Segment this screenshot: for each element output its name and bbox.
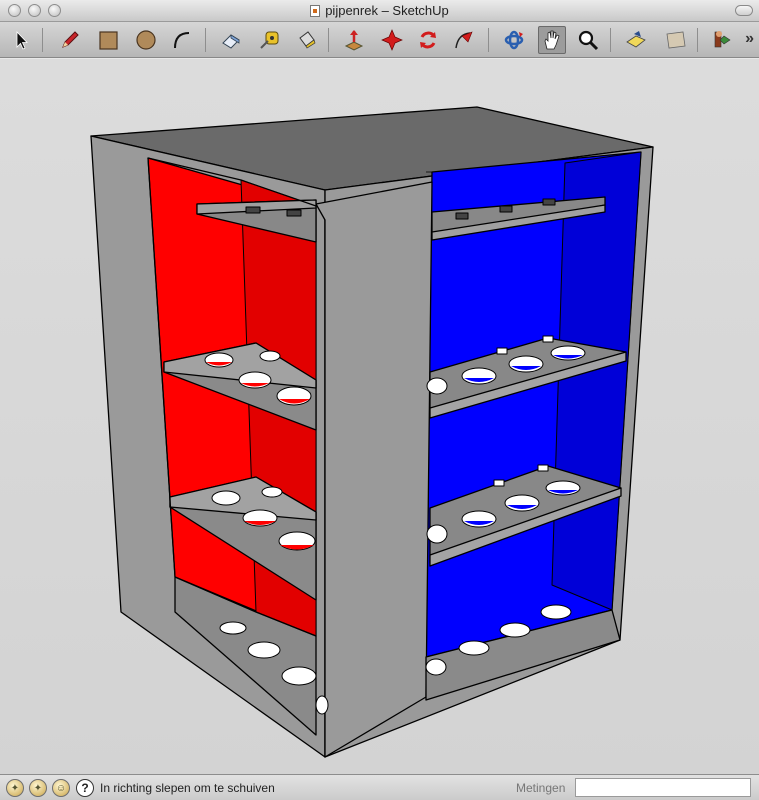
document-icon <box>310 5 321 17</box>
pan-tool-icon[interactable] <box>538 26 566 54</box>
follow-me-icon[interactable] <box>450 26 478 54</box>
divider-front <box>315 181 433 758</box>
user-icon[interactable]: ☺ <box>52 779 70 797</box>
push-pull-icon[interactable] <box>340 26 368 54</box>
tape-measure-icon[interactable] <box>256 26 284 54</box>
toolbar-separator <box>610 28 611 52</box>
measurements-label: Metingen <box>516 781 566 795</box>
model-canvas <box>90 106 654 758</box>
select-tool-icon[interactable] <box>8 26 36 54</box>
move-tool-icon[interactable] <box>378 26 406 54</box>
window-title-group: pijpenrek – SketchUp <box>0 3 759 18</box>
help-icon[interactable]: ? <box>76 779 94 797</box>
components-icon[interactable] <box>708 26 736 54</box>
toolbar-separator <box>42 28 43 52</box>
main-toolbar: » <box>0 22 759 58</box>
zoom-extents-icon[interactable] <box>622 26 650 54</box>
window-title: pijpenrek – SketchUp <box>325 3 449 18</box>
toolbar-toggle-button[interactable] <box>735 5 753 16</box>
status-bar: ✦ ✦ ☺ ? In richting slepen om te schuive… <box>0 774 759 800</box>
geo-location-icon[interactable]: ✦ <box>6 779 24 797</box>
drawing-area[interactable] <box>0 59 759 774</box>
circle-tool-icon[interactable] <box>132 26 160 54</box>
toolbar-separator <box>205 28 206 52</box>
orbit-tool-icon[interactable] <box>500 26 528 54</box>
arc-tool-icon[interactable] <box>168 26 196 54</box>
zoom-tool-icon[interactable] <box>574 26 602 54</box>
toolbar-separator <box>488 28 489 52</box>
toolbar-separator <box>697 28 698 52</box>
status-message: In richting slepen om te schuiven <box>100 781 275 795</box>
eraser-tool-icon[interactable] <box>217 26 245 54</box>
rotate-tool-icon[interactable] <box>414 26 442 54</box>
pencil-tool-icon[interactable] <box>56 26 84 54</box>
credits-icon[interactable]: ✦ <box>29 779 47 797</box>
toolbar-separator <box>328 28 329 52</box>
toolbar-overflow-button[interactable]: » <box>745 30 754 48</box>
measurements-input[interactable] <box>575 778 751 797</box>
paint-bucket-icon[interactable] <box>292 26 320 54</box>
title-bar: pijpenrek – SketchUp <box>0 0 759 22</box>
rectangle-tool-icon[interactable] <box>94 26 122 54</box>
previous-view-icon[interactable] <box>662 26 690 54</box>
